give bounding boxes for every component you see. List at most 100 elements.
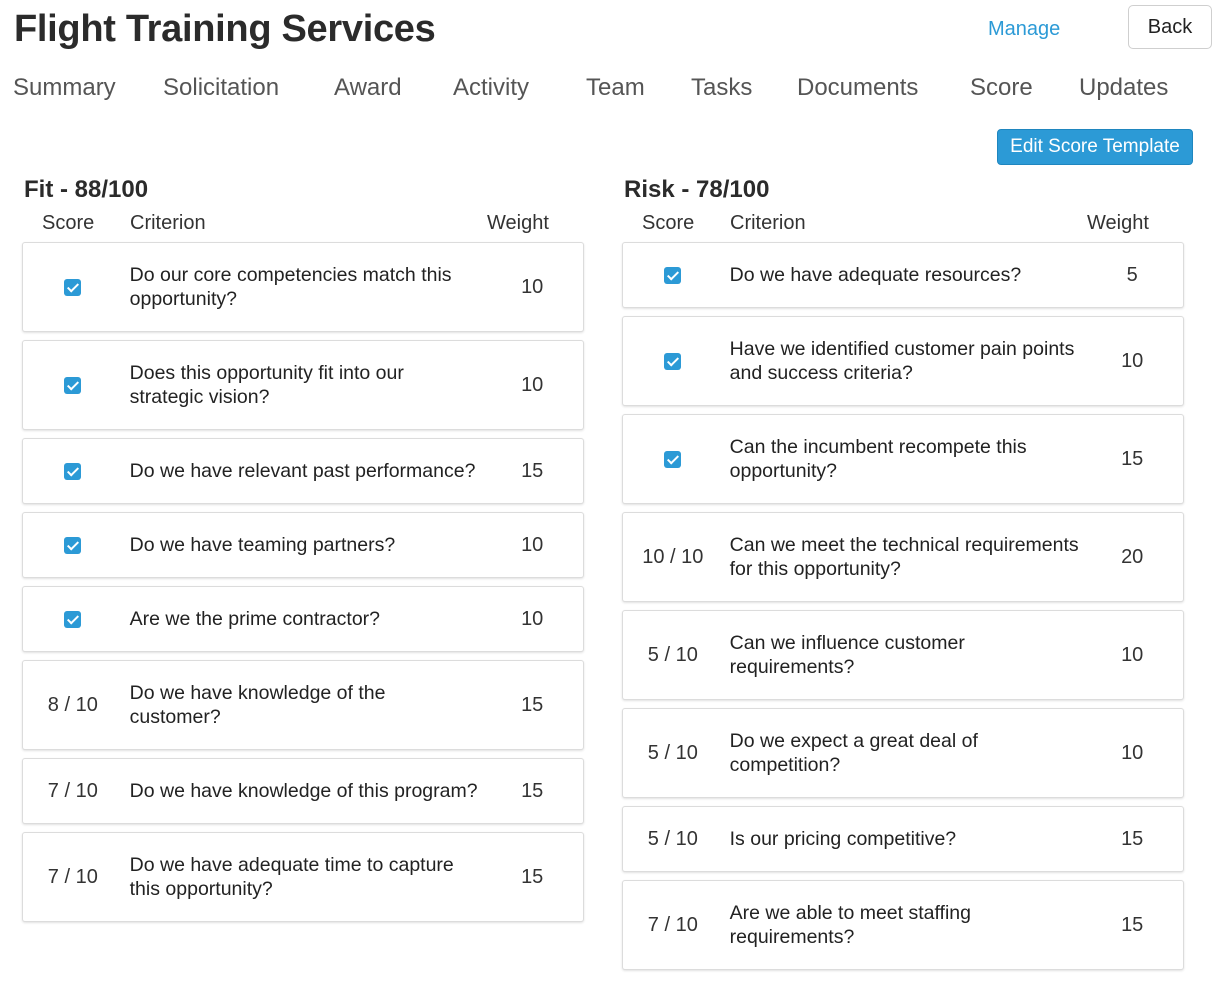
edit-score-template-button[interactable]: Edit Score Template xyxy=(997,129,1193,165)
criterion-text: Have we identified customer pain points … xyxy=(729,338,1075,384)
score-cell: 10 / 10 xyxy=(623,546,723,569)
criterion-text: Is our pricing competitive? xyxy=(729,828,957,850)
score-cell: 5 / 10 xyxy=(623,828,723,851)
criterion-text: Do we have relevant past performance? xyxy=(129,460,476,482)
checkbox-checked-icon[interactable] xyxy=(64,278,82,296)
score-row: Does this opportunity fit into our strat… xyxy=(22,340,584,430)
checkbox-checked-icon[interactable] xyxy=(664,450,682,468)
score-row: 5 / 10 Can we influence customer requirem… xyxy=(622,610,1184,700)
weight-value: 15 xyxy=(1121,913,1144,936)
fit-rows: Do our core competencies match this oppo… xyxy=(22,242,586,922)
weight-column-header: Weight xyxy=(1087,212,1149,234)
fit-title: Fit - 88/100 xyxy=(24,176,149,203)
score-cell: 7 / 10 xyxy=(23,780,123,803)
score-row: 7 / 10 Are we able to meet staffing requi… xyxy=(622,880,1184,970)
weight-value: 10 xyxy=(1121,741,1144,764)
score-cell xyxy=(23,610,123,628)
criterion-text: Do we expect a great deal of competition… xyxy=(729,730,978,776)
tab-tasks[interactable]: Tasks xyxy=(691,74,752,102)
tab-solicitation[interactable]: Solicitation xyxy=(163,74,279,102)
criterion-text: Do we have knowledge of this program? xyxy=(129,780,478,802)
weight-value: 5 xyxy=(1126,263,1138,286)
score-value[interactable]: 10 / 10 xyxy=(642,546,703,569)
risk-rows: Do we have adequate resources? 5 Have we i… xyxy=(622,242,1186,970)
risk-column-headers: Score Criterion Weight xyxy=(622,206,1186,242)
weight-value: 15 xyxy=(521,779,544,802)
checkbox-checked-icon[interactable] xyxy=(64,536,82,554)
tab-score[interactable]: Score xyxy=(970,74,1033,102)
fit-panel: Fit - 88/100 Score Criterion Weight Do o… xyxy=(22,174,586,930)
criterion-text: Can the incumbent recompete this opportu… xyxy=(729,436,1027,482)
score-value[interactable]: 8 / 10 xyxy=(48,694,98,717)
criterion-text: Do we have adequate resources? xyxy=(729,264,1022,286)
score-value[interactable]: 5 / 10 xyxy=(648,828,698,851)
checkbox-checked-icon[interactable] xyxy=(664,266,682,284)
weight-value: 15 xyxy=(1121,827,1144,850)
score-cell: 7 / 10 xyxy=(623,914,723,937)
tab-summary[interactable]: Summary xyxy=(13,74,116,102)
score-row: 7 / 10 Do we have knowledge of this progr… xyxy=(22,758,584,824)
risk-panel: Risk - 78/100 Score Criterion Weight Do … xyxy=(622,174,1186,978)
score-row: 5 / 10 Do we expect a great deal of compe… xyxy=(622,708,1184,798)
score-value[interactable]: 5 / 10 xyxy=(648,742,698,765)
manage-link[interactable]: Manage xyxy=(988,18,1060,41)
tab-activity[interactable]: Activity xyxy=(453,74,529,102)
score-row: Do we have adequate resources? 5 xyxy=(622,242,1184,308)
score-cell xyxy=(23,278,123,296)
tab-bar: Summary Solicitation Award Activity Team… xyxy=(0,74,1226,108)
weight-value: 20 xyxy=(1121,545,1144,568)
score-value[interactable]: 7 / 10 xyxy=(48,866,98,889)
score-cell: 7 / 10 xyxy=(23,866,123,889)
score-row: Do we have relevant past performance? 15 xyxy=(22,438,584,504)
checkbox-checked-icon[interactable] xyxy=(664,352,682,370)
score-cell xyxy=(623,352,723,370)
score-row: Do we have teaming partners? 10 xyxy=(22,512,584,578)
weight-value: 15 xyxy=(521,693,544,716)
score-row: 7 / 10 Do we have adequate time to captur… xyxy=(22,832,584,922)
weight-value: 10 xyxy=(1121,349,1144,372)
score-cell: 8 / 10 xyxy=(23,694,123,717)
weight-value: 15 xyxy=(521,459,544,482)
score-row: Can the incumbent recompete this opportu… xyxy=(622,414,1184,504)
weight-value: 10 xyxy=(521,275,544,298)
score-cell: 5 / 10 xyxy=(623,644,723,667)
score-value[interactable]: 7 / 10 xyxy=(648,914,698,937)
weight-value: 15 xyxy=(1121,447,1144,470)
criterion-text: Do we have adequate time to capture this… xyxy=(129,854,454,900)
page-title: Flight Training Services xyxy=(14,8,436,50)
score-row: Are we the prime contractor? 10 xyxy=(22,586,584,652)
weight-value: 10 xyxy=(1121,643,1144,666)
criterion-text: Do we have knowledge of the customer? xyxy=(129,682,386,728)
score-cell xyxy=(23,462,123,480)
tab-award[interactable]: Award xyxy=(334,74,402,102)
tab-documents[interactable]: Documents xyxy=(797,74,918,102)
score-row: 8 / 10 Do we have knowledge of the custom… xyxy=(22,660,584,750)
weight-value: 10 xyxy=(521,373,544,396)
score-row: Do our core competencies match this oppo… xyxy=(22,242,584,332)
tab-updates[interactable]: Updates xyxy=(1079,74,1168,102)
criterion-text: Do we have teaming partners? xyxy=(129,534,396,556)
weight-value: 10 xyxy=(521,533,544,556)
score-cell xyxy=(623,266,723,284)
checkbox-checked-icon[interactable] xyxy=(64,376,82,394)
score-column-header: Score xyxy=(642,212,695,234)
weight-column-header: Weight xyxy=(487,212,549,234)
criterion-text: Are we the prime contractor? xyxy=(129,608,380,630)
checkbox-checked-icon[interactable] xyxy=(64,610,82,628)
back-button[interactable]: Back xyxy=(1128,5,1212,49)
criterion-text: Are we able to meet staffing requirement… xyxy=(729,902,972,948)
weight-value: 10 xyxy=(521,607,544,630)
criterion-column-header: Criterion xyxy=(730,212,806,234)
checkbox-checked-icon[interactable] xyxy=(64,462,82,480)
score-value[interactable]: 5 / 10 xyxy=(648,644,698,667)
score-row: 5 / 10 Is our pricing competitive? 15 xyxy=(622,806,1184,872)
score-row: Have we identified customer pain points … xyxy=(622,316,1184,406)
criterion-text: Does this opportunity fit into our strat… xyxy=(129,362,404,408)
score-row: 10 / 10 Can we meet the technical require… xyxy=(622,512,1184,602)
risk-title: Risk - 78/100 xyxy=(624,176,770,203)
score-cell xyxy=(23,536,123,554)
criterion-text: Can we meet the technical requirements f… xyxy=(729,534,1079,580)
score-cell: 5 / 10 xyxy=(623,742,723,765)
score-value[interactable]: 7 / 10 xyxy=(48,780,98,803)
tab-team[interactable]: Team xyxy=(586,74,645,102)
